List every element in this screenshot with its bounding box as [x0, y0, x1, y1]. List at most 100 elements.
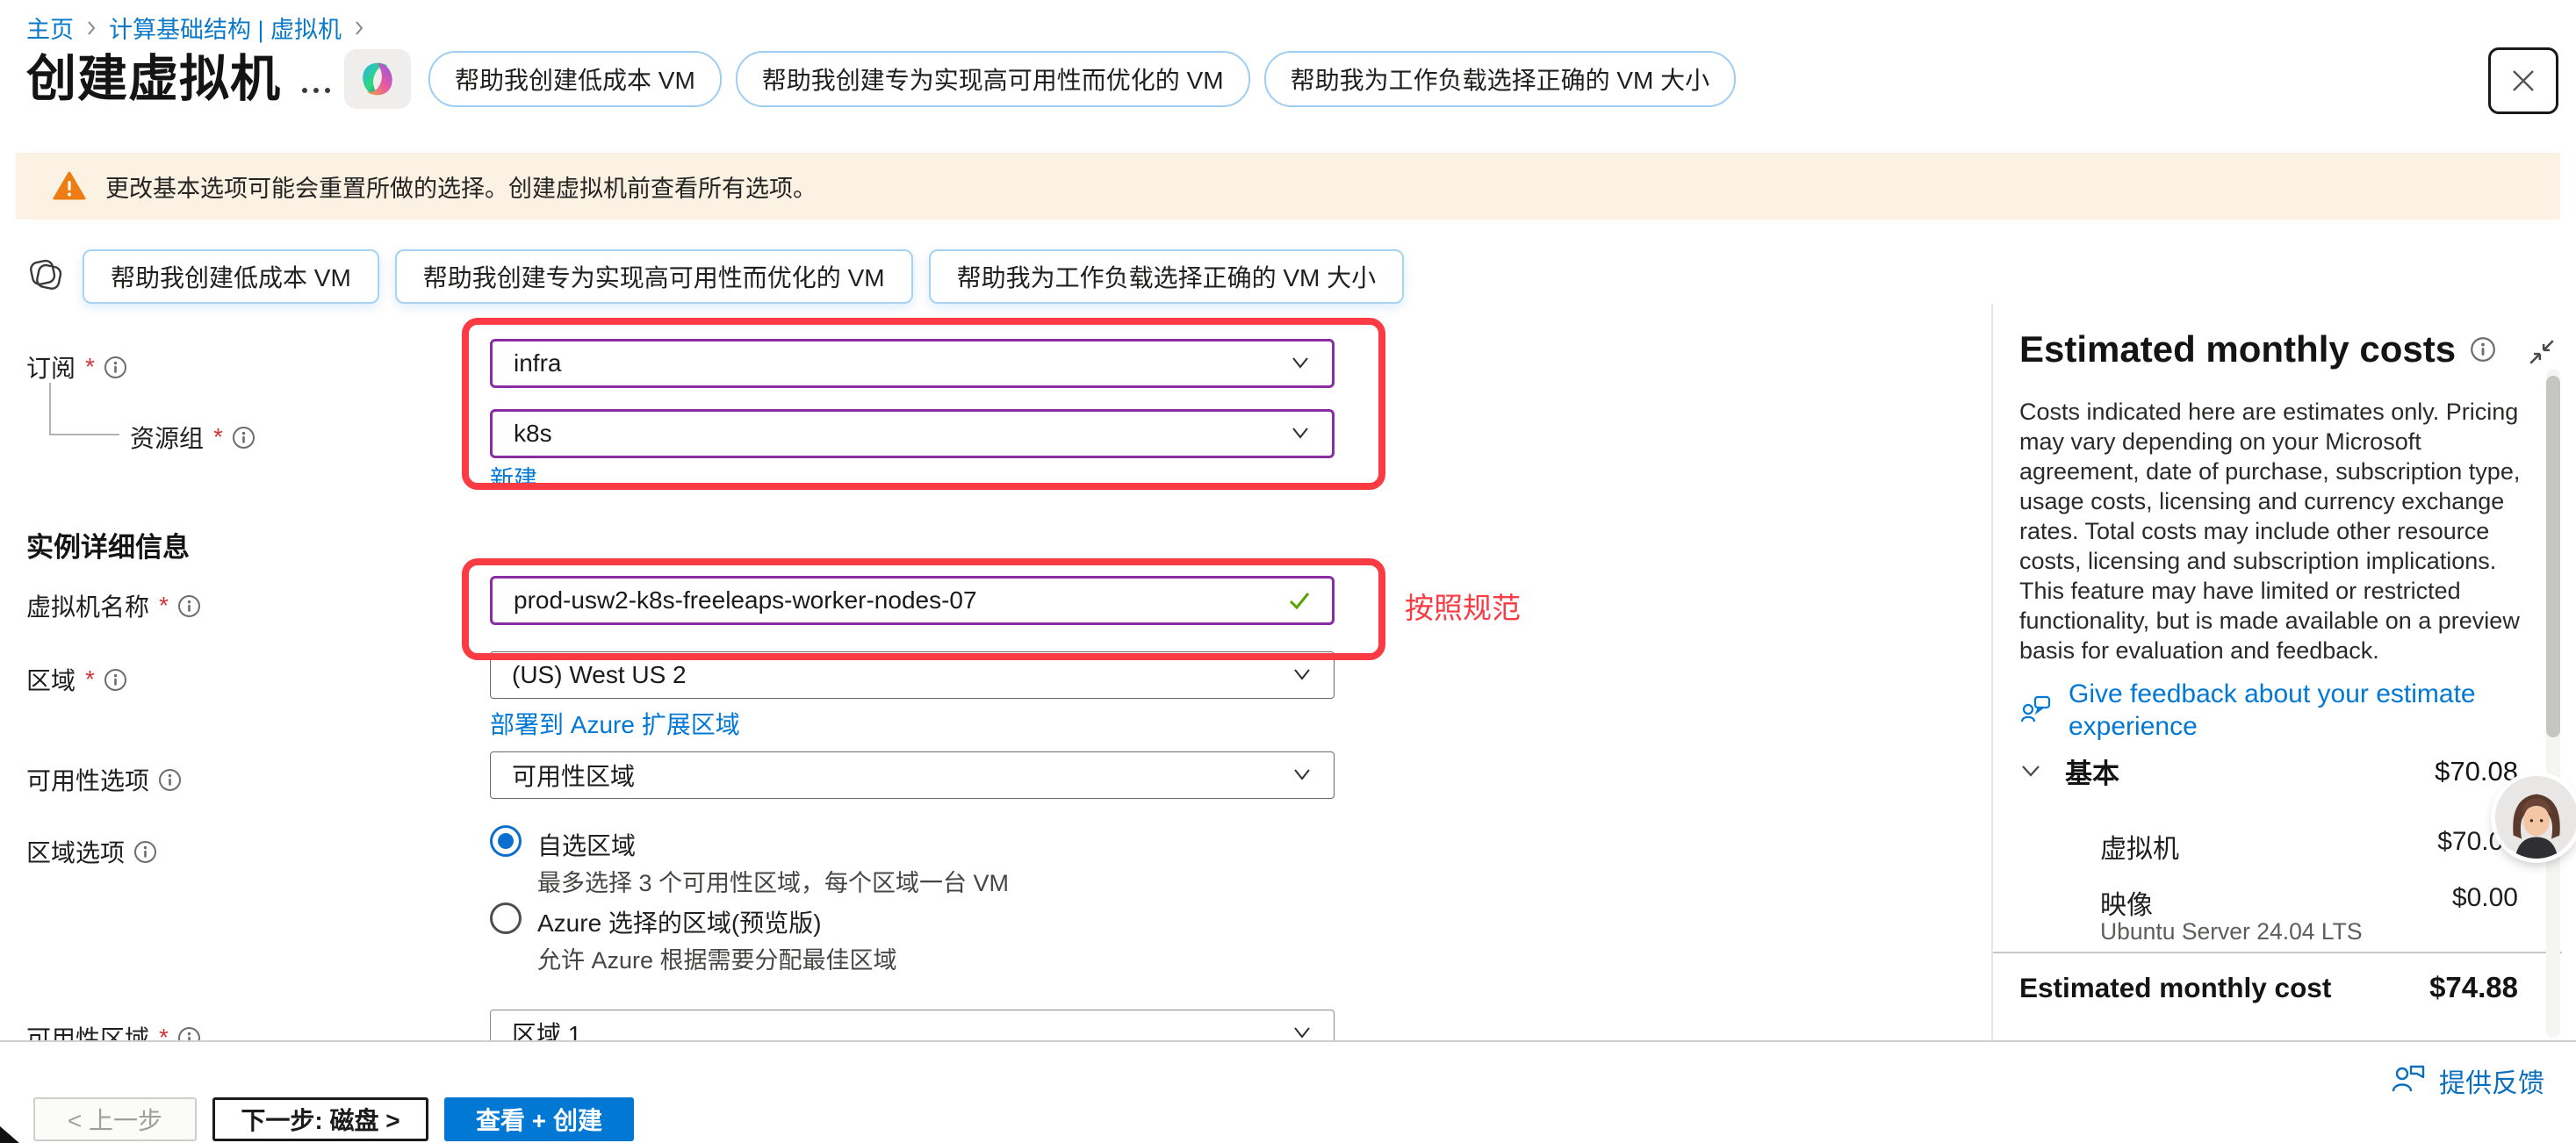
chevron-down-icon [1292, 767, 1313, 783]
region-value: (US) West US 2 [512, 661, 687, 689]
edge-zone-link[interactable]: 部署到 Azure 扩展区域 [490, 706, 740, 741]
next-disks-button[interactable]: 下一步: 磁盘 > [212, 1097, 428, 1141]
suggestion-right-vm-size[interactable]: 帮助我为工作负载选择正确的 VM 大小 [929, 249, 1405, 304]
cost-total-label: Estimated monthly cost [2019, 972, 2331, 1004]
cost-item-vm: 虚拟机 $70.08 [2100, 827, 2518, 866]
valid-checkmark-icon [1288, 591, 1311, 610]
chevron-down-icon [1292, 667, 1313, 683]
cursor-artifact [0, 1126, 19, 1143]
resource-group-value: k8s [514, 420, 552, 448]
annotation-note: 按照规范 [1405, 585, 1521, 627]
panel-divider [1991, 304, 1993, 1041]
required-marker: * [159, 592, 169, 620]
subscription-value: infra [514, 349, 561, 377]
vm-name-value: prod-usw2-k8s-freeleaps-worker-nodes-07 [514, 586, 977, 615]
copilot-icon[interactable] [344, 49, 411, 109]
page-title: 创建虚拟机 [26, 39, 281, 111]
availability-options-label: 可用性选项 [26, 762, 149, 797]
copilot-suggestion-row: 帮助我创建低成本 VM 帮助我创建专为实现高可用性而优化的 VM 帮助我为工作负… [25, 249, 1404, 304]
cost-item-image-note: Ubuntu Server 24.04 LTS [2100, 918, 2363, 945]
zone-option2-description: 允许 Azure 根据需要分配最佳区域 [537, 941, 897, 975]
zone-option1-label[interactable]: 自选区域 [537, 827, 636, 862]
suggestion-low-cost-vm[interactable]: 帮助我创建低成本 VM [83, 249, 379, 304]
required-marker: * [85, 665, 95, 694]
zone-option2-label[interactable]: Azure 选择的区域(预览版) [537, 904, 822, 939]
cost-total-amount: $74.88 [2429, 971, 2518, 1004]
feedback-person-icon [2390, 1060, 2427, 1102]
resource-group-label-row: 资源组 * [130, 420, 255, 455]
cost-item-vm-name: 虚拟机 [2100, 827, 2179, 866]
suggestion-right-vm-size[interactable]: 帮助我为工作负载选择正确的 VM 大小 [1264, 51, 1737, 107]
estimated-costs-title: Estimated monthly costs [2019, 328, 2456, 370]
resource-group-dropdown[interactable]: k8s [490, 409, 1335, 458]
zone-options-label: 区域选项 [26, 834, 125, 869]
chevron-down-icon [2019, 763, 2042, 780]
collapse-panel-icon[interactable] [2527, 337, 2557, 371]
info-icon[interactable] [133, 840, 157, 864]
radio-self-selected-zones[interactable] [490, 825, 522, 857]
availability-options-dropdown[interactable]: 可用性区域 [490, 751, 1335, 799]
copilot-suggestion-pills: 帮助我创建低成本 VM 帮助我创建专为实现高可用性而优化的 VM 帮助我为工作负… [428, 51, 1736, 107]
close-button[interactable] [2488, 47, 2558, 114]
cost-item-image: 映像 $0.00 [2100, 883, 2518, 922]
instance-details-heading: 实例详细信息 [26, 525, 190, 564]
subscription-label-row: 订阅 * [26, 349, 127, 385]
cost-group-basic[interactable]: 基本 $70.08 [2019, 751, 2518, 791]
suggestion-low-cost-vm[interactable]: 帮助我创建低成本 VM [428, 51, 722, 107]
vm-name-label: 虚拟机名称 [26, 588, 149, 623]
zone-options-label-row: 区域选项 [26, 834, 157, 869]
subscription-dropdown[interactable]: infra [490, 339, 1335, 388]
radio-azure-selected-zones[interactable] [490, 902, 522, 934]
suggestion-high-availability-vm[interactable]: 帮助我创建专为实现高可用性而优化的 VM [395, 249, 913, 304]
suggestion-high-availability-vm[interactable]: 帮助我创建专为实现高可用性而优化的 VM [736, 51, 1250, 107]
cost-total-divider [1993, 952, 2562, 953]
info-icon[interactable] [177, 594, 201, 618]
chevron-right-icon [84, 18, 98, 38]
resource-group-tree-connector [49, 383, 119, 435]
footer-feedback-link[interactable]: 提供反馈 [2390, 1060, 2544, 1102]
cost-total-row: Estimated monthly cost $74.88 [2019, 971, 2518, 1004]
info-icon[interactable] [232, 426, 255, 449]
chevron-right-icon [352, 18, 366, 38]
availability-options-value: 可用性区域 [512, 758, 635, 793]
scrollbar-thumb[interactable] [2546, 376, 2560, 737]
vm-name-label-row: 虚拟机名称 * [26, 588, 201, 623]
previous-button[interactable]: < 上一步 [33, 1097, 197, 1141]
footer-feedback-text: 提供反馈 [2439, 1061, 2544, 1100]
estimate-feedback-link[interactable]: Give feedback about your estimate experi… [2019, 678, 2529, 743]
info-icon[interactable] [104, 668, 127, 692]
footer-bar: < 上一步 下一步: 磁盘 > 查看 + 创建 提供反馈 [0, 1040, 2576, 1143]
copilot-outline-icon [25, 254, 67, 300]
region-label: 区域 [26, 662, 76, 697]
create-new-link[interactable]: 新建 [490, 460, 537, 494]
feedback-bubbles-icon [2019, 690, 2054, 743]
info-icon[interactable] [158, 768, 182, 792]
more-options-icon[interactable] [302, 88, 330, 93]
chevron-down-icon [1290, 426, 1311, 442]
chevron-down-icon [1290, 356, 1311, 371]
resource-group-label: 资源组 [130, 420, 204, 455]
required-marker: * [213, 423, 223, 451]
avatar[interactable] [2495, 776, 2576, 859]
region-dropdown[interactable]: (US) West US 2 [490, 651, 1335, 699]
region-label-row: 区域 * [26, 662, 127, 697]
zone-option1-description: 最多选择 3 个可用性区域，每个区域一台 VM [537, 864, 1009, 898]
estimated-costs-title-row: Estimated monthly costs [2019, 328, 2496, 370]
availability-options-label-row: 可用性选项 [26, 762, 182, 797]
cost-item-image-amount: $0.00 [2452, 883, 2518, 922]
subscription-label: 订阅 [26, 349, 76, 385]
cost-item-image-name: 映像 [2100, 883, 2153, 922]
create-vm-page: 主页 计算基础结构 | 虚拟机 创建虚拟机 帮助我创建低成本 VM 帮助我 [0, 0, 2576, 1143]
info-icon[interactable] [2470, 336, 2496, 363]
warning-icon [53, 171, 86, 201]
chevron-down-icon [1292, 1025, 1313, 1041]
estimate-feedback-text: Give feedback about your estimate experi… [2069, 678, 2529, 743]
required-marker: * [85, 353, 95, 381]
cost-group-name: 基本 [2065, 751, 2119, 791]
vm-name-input[interactable]: prod-usw2-k8s-freeleaps-worker-nodes-07 [490, 576, 1335, 625]
cost-group-amount: $70.08 [2435, 756, 2518, 787]
info-icon[interactable] [104, 356, 127, 379]
review-create-button[interactable]: 查看 + 创建 [444, 1097, 634, 1141]
warning-banner: 更改基本选项可能会重置所做的选择。创建虚拟机前查看所有选项。 [16, 153, 2560, 219]
cost-disclaimer: Costs indicated here are estimates only.… [2019, 397, 2546, 665]
